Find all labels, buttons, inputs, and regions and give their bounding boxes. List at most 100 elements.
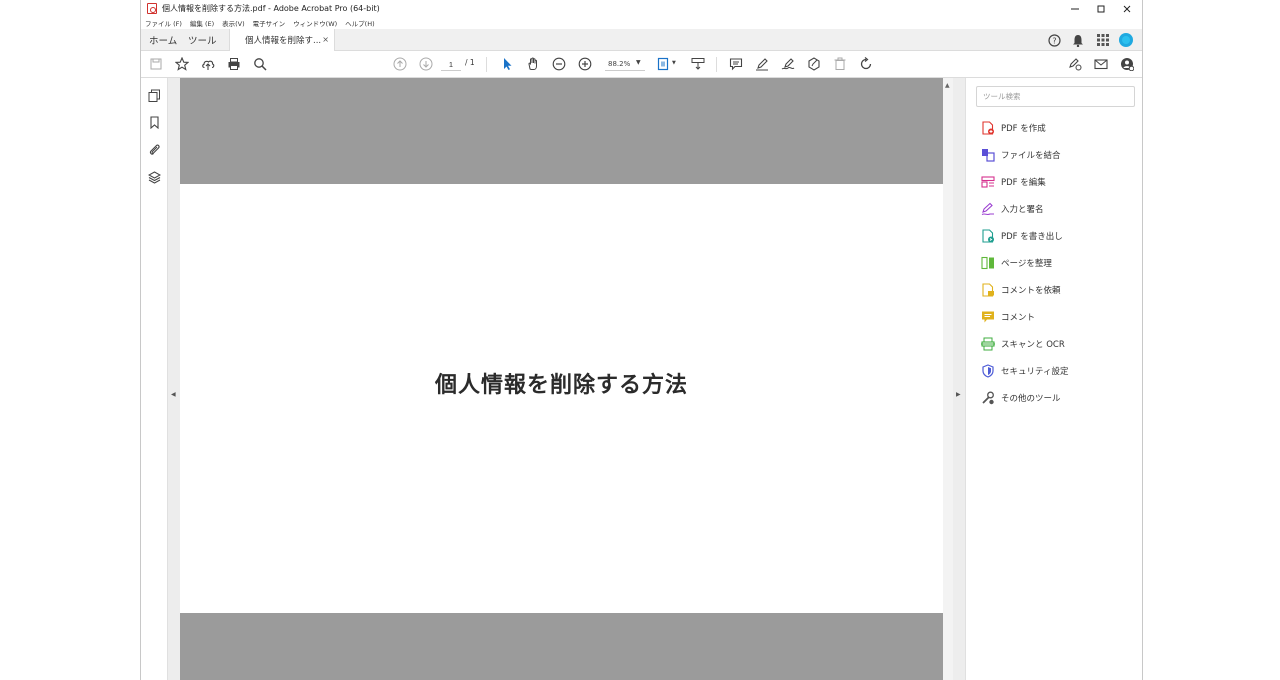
bookmark-icon <box>149 115 159 129</box>
tool-comment[interactable]: コメント <box>981 309 1035 325</box>
tab-home[interactable]: ホーム <box>149 29 177 51</box>
hand-tool-button[interactable] <box>525 56 541 72</box>
zoom-in-button[interactable] <box>577 56 593 72</box>
document-tab-label: 個人情報を削除す... <box>245 36 322 46</box>
bookmark-star-button[interactable] <box>174 56 190 72</box>
minus-circle-icon <box>552 57 566 71</box>
fit-page-caret-icon[interactable]: ▼ <box>672 60 676 66</box>
tool-label: 入力と署名 <box>1001 205 1044 215</box>
tools-pane: PDF を作成 ファイルを結合 PDF を編集 入力と署名 PDF を書き出し … <box>965 78 1142 680</box>
minimize-button[interactable] <box>1062 0 1088 17</box>
close-window-button[interactable] <box>1114 0 1140 17</box>
request-signature-icon <box>1069 58 1082 71</box>
tool-label: コメントを依頼 <box>1001 286 1061 296</box>
vertical-scrollbar[interactable]: ▲ <box>943 78 953 680</box>
tool-fill-sign[interactable]: 入力と署名 <box>981 201 1044 217</box>
tool-label: PDF を編集 <box>1001 178 1046 188</box>
tool-security[interactable]: セキュリティ設定 <box>981 363 1069 379</box>
attachments-button[interactable] <box>147 142 161 156</box>
upload-button[interactable] <box>200 56 216 72</box>
request-signature-button[interactable] <box>1067 56 1083 72</box>
delete-button[interactable] <box>832 56 848 72</box>
comment-bubble-icon <box>729 58 743 71</box>
close-tab-button[interactable]: × <box>322 35 329 44</box>
prev-page-button[interactable] <box>392 56 408 72</box>
select-tool-button[interactable] <box>499 56 515 72</box>
acrobat-window: 個人情報を削除する方法.pdf - Adobe Acrobat Pro (64-… <box>140 0 1143 680</box>
tool-label: ファイルを結合 <box>1001 151 1061 161</box>
tab-tools[interactable]: ツール <box>188 29 217 51</box>
maximize-icon <box>1097 5 1105 12</box>
tab-document[interactable]: 個人情報を削除す... × <box>229 29 335 51</box>
search-button[interactable] <box>252 56 268 72</box>
bookmarks-button[interactable] <box>147 115 161 129</box>
toolbar-divider <box>716 57 717 72</box>
menu-file[interactable]: ファイル (F) <box>145 18 182 28</box>
fill-sign-button[interactable] <box>806 56 822 72</box>
bell-icon <box>1073 34 1083 47</box>
tool-label: PDF を書き出し <box>1001 232 1063 242</box>
tool-search-input[interactable] <box>976 86 1135 107</box>
share-user-button[interactable] <box>1119 56 1135 72</box>
acrobat-app-icon <box>147 3 157 14</box>
chevron-down-icon[interactable]: ▼ <box>636 59 641 66</box>
cloud-upload-icon <box>202 60 215 70</box>
scroll-up-icon[interactable]: ▲ <box>945 82 950 89</box>
tool-edit-pdf[interactable]: PDF を編集 <box>981 174 1046 190</box>
highlight-button[interactable] <box>754 56 770 72</box>
request-comments-icon <box>982 283 994 297</box>
menu-edit[interactable]: 編集 (E) <box>190 18 214 28</box>
scroll-mode-button[interactable] <box>690 56 706 72</box>
plus-circle-icon <box>578 57 592 71</box>
menu-window[interactable]: ウィンドウ(W) <box>293 18 337 28</box>
pdf-page: 個人情報を削除する方法 <box>180 184 943 613</box>
tool-create-pdf[interactable]: PDF を作成 <box>981 120 1046 136</box>
tool-label: PDF を作成 <box>1001 124 1046 134</box>
tool-combine-files[interactable]: ファイルを結合 <box>981 147 1061 163</box>
menu-bar: ファイル (F) 編集 (E) 表示(V) 電子サイン ウィンドウ(W) ヘルプ… <box>141 17 383 29</box>
tool-scan-ocr[interactable]: スキャンと OCR <box>981 336 1065 352</box>
help-button[interactable]: ? <box>1047 33 1061 47</box>
print-button[interactable] <box>226 56 242 72</box>
search-icon <box>254 58 267 71</box>
tool-more-tools[interactable]: その他のツール <box>981 390 1061 406</box>
menu-esign[interactable]: 電子サイン <box>253 18 286 28</box>
email-button[interactable] <box>1093 56 1109 72</box>
comment-icon <box>982 311 994 323</box>
tool-export-pdf[interactable]: PDF を書き出し <box>981 228 1063 244</box>
fill-sign-icon <box>981 202 994 215</box>
user-avatar-button[interactable] <box>1119 33 1133 47</box>
menu-help[interactable]: ヘルプ(H) <box>345 18 374 28</box>
page-number-input[interactable] <box>441 58 461 71</box>
toolbar: / 1 88.2% ▼ ▼ <box>141 51 1142 78</box>
zoom-value: 88.2% <box>608 60 631 68</box>
paperclip-icon <box>149 144 160 155</box>
layers-button[interactable] <box>147 170 161 184</box>
collapse-right-panel-button[interactable]: ▶ <box>953 78 965 680</box>
collapse-left-panel-button[interactable]: ◀ <box>168 78 180 680</box>
next-page-button[interactable] <box>418 56 434 72</box>
zoom-out-button[interactable] <box>551 56 567 72</box>
notifications-button[interactable] <box>1071 33 1085 47</box>
rotate-icon <box>860 57 872 70</box>
draw-button[interactable] <box>780 56 796 72</box>
tool-label: ページを整理 <box>1001 259 1052 269</box>
combine-files-icon <box>982 149 995 162</box>
document-viewport[interactable]: 個人情報を削除する方法 <box>180 78 943 680</box>
tool-organize-pages[interactable]: ページを整理 <box>981 255 1052 271</box>
minimize-icon <box>1071 8 1079 9</box>
add-comment-button[interactable] <box>728 56 744 72</box>
page-thumbnails-button[interactable] <box>147 88 161 102</box>
fit-page-button[interactable] <box>656 56 672 72</box>
svg-text:?: ? <box>1052 36 1056 45</box>
apps-button[interactable] <box>1096 33 1110 47</box>
help-icon: ? <box>1047 33 1061 47</box>
tool-label: その他のツール <box>1001 394 1061 404</box>
save-button[interactable] <box>148 56 164 72</box>
close-icon <box>1123 5 1131 12</box>
rotate-button[interactable] <box>858 56 874 72</box>
left-navigation-rail <box>141 78 168 680</box>
tool-request-comments[interactable]: コメントを依頼 <box>981 282 1061 298</box>
menu-view[interactable]: 表示(V) <box>222 18 245 28</box>
maximize-button[interactable] <box>1088 0 1114 17</box>
